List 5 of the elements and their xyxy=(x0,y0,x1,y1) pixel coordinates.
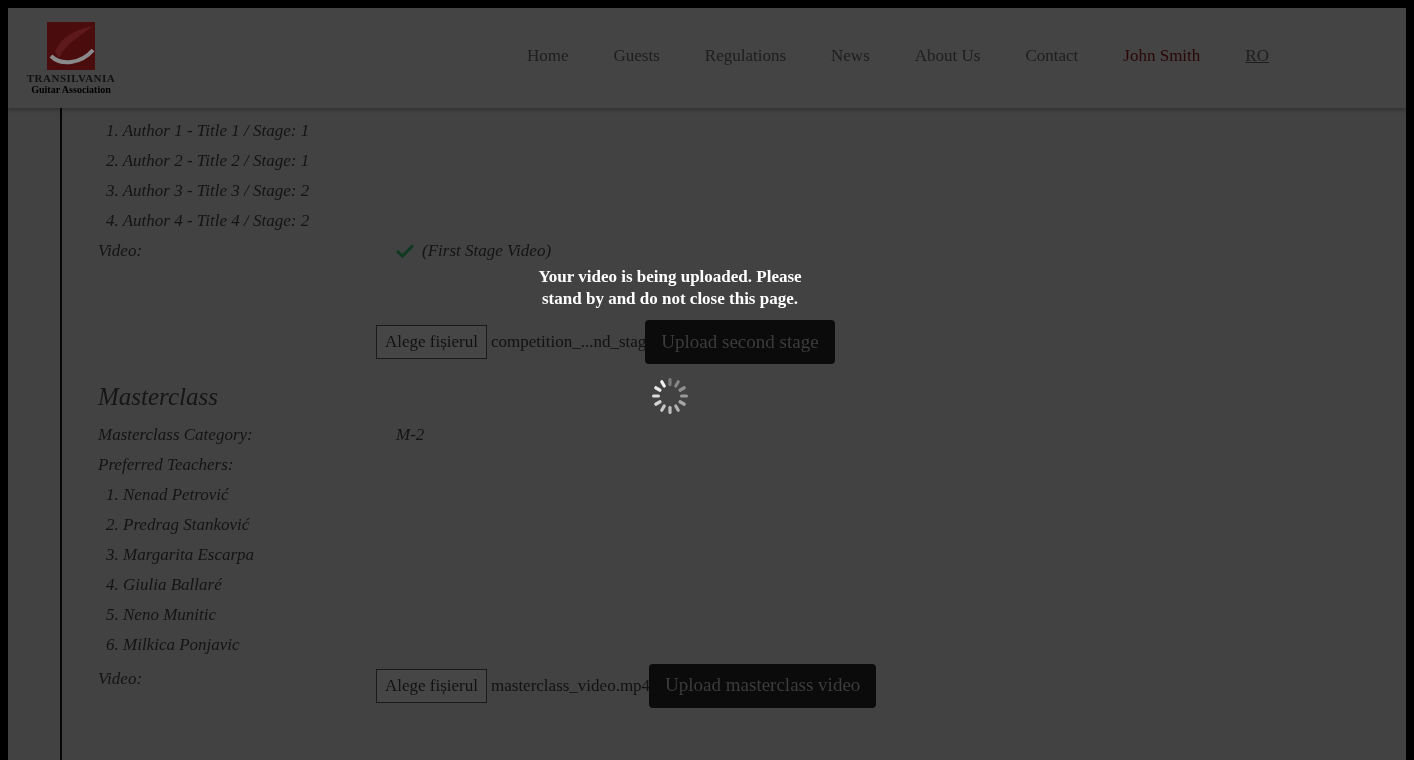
logo-emblem-icon xyxy=(45,21,97,72)
logo-tagline: Guitar Association xyxy=(31,83,111,95)
nav-link[interactable]: John Smith xyxy=(1123,43,1201,69)
upload-message: Your video is being uploaded. Please stand by and do not close this page. xyxy=(537,266,803,310)
loading-spinner-icon xyxy=(650,376,690,416)
